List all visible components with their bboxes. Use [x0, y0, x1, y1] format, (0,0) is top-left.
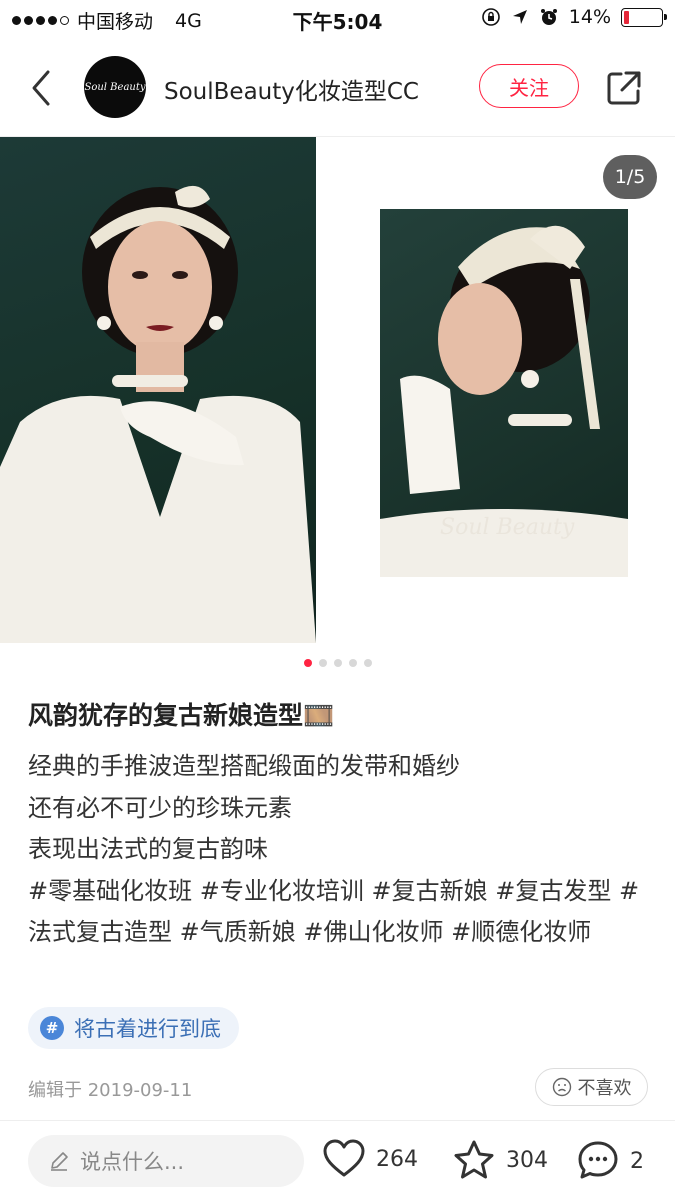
post-hashtags[interactable]: #零基础化妆班 #专业化妆培训 #复古新娘 #复古发型 #法式复古造型 #气质新… — [28, 871, 653, 954]
battery-icon — [621, 7, 667, 27]
edit-date: 编辑于 2019-09-11 — [28, 1080, 193, 1101]
comment-count: 2 — [630, 1148, 644, 1174]
chevron-left-icon — [32, 70, 50, 106]
share-icon — [607, 71, 641, 105]
frown-icon — [552, 1077, 571, 1097]
star-count: 304 — [506, 1147, 548, 1173]
rotation-lock-icon — [481, 8, 500, 26]
image-carousel[interactable]: Soul Beauty 1/5 — [0, 137, 675, 647]
post-title: 风韵犹存的复古新娘造型🎞️ — [28, 701, 335, 730]
like-count: 264 — [376, 1146, 418, 1172]
bottom-action-bar: 说点什么... 264 304 2 — [0, 1120, 675, 1201]
dislike-label: 不喜欢 — [577, 1078, 632, 1099]
comment-placeholder: 说点什么... — [80, 1150, 185, 1174]
battery-percent: 14% — [568, 6, 611, 28]
comment-input[interactable]: 说点什么... — [28, 1135, 304, 1187]
comment-button[interactable]: 2 — [576, 1139, 644, 1183]
topic-chip[interactable]: # 将古着进行到底 — [28, 1007, 239, 1049]
pencil-icon — [51, 1152, 68, 1171]
carousel-dot[interactable] — [363, 659, 372, 667]
status-bar: 中国移动 4G 下午5:04 14% — [0, 0, 675, 36]
star-button[interactable]: 304 — [452, 1139, 548, 1181]
carousel-dot[interactable] — [318, 659, 327, 667]
status-right: 14% — [481, 6, 667, 28]
location-icon — [512, 10, 527, 24]
chat-bubble-icon — [578, 1141, 618, 1179]
post-body-line: 经典的手推波造型搭配缎面的发带和婚纱 — [28, 752, 460, 780]
topic-label: 将古着进行到底 — [74, 1017, 221, 1041]
page-indicator: 1/5 — [603, 155, 657, 199]
bride-photo-main — [0, 137, 316, 643]
post-body-line: 还有必不可少的珍珠元素 — [28, 793, 292, 822]
post-body: 经典的手推波造型搭配缎面的发带和婚纱 还有必不可少的珍珠元素 表现出法式的复古韵… — [28, 746, 653, 954]
follow-button[interactable]: 关注 — [479, 64, 579, 108]
avatar-logo-text: Soul Beauty — [84, 81, 146, 93]
carousel-dots — [0, 659, 675, 671]
hash-icon: # — [40, 1016, 64, 1040]
svg-text:Soul Beauty: Soul Beauty — [440, 515, 575, 540]
dislike-button[interactable]: 不喜欢 — [535, 1068, 648, 1106]
carousel-dot[interactable] — [348, 659, 357, 667]
alarm-icon — [540, 9, 557, 25]
share-button[interactable] — [604, 68, 644, 108]
note-header: Soul Beauty SoulBeauty化妆造型CC 关注 — [0, 40, 675, 137]
back-button[interactable] — [22, 64, 62, 112]
carousel-dot[interactable] — [333, 659, 342, 667]
post-body-line: 表现出法式的复古韵味 — [28, 835, 268, 863]
author-avatar[interactable]: Soul Beauty — [84, 56, 146, 118]
heart-icon — [323, 1139, 365, 1177]
star-icon — [454, 1140, 494, 1179]
like-button[interactable]: 264 — [322, 1139, 418, 1179]
author-name[interactable]: SoulBeauty化妆造型CC — [164, 72, 419, 106]
carousel-dot[interactable] — [303, 659, 312, 667]
bride-photo-side: Soul Beauty — [380, 209, 628, 577]
